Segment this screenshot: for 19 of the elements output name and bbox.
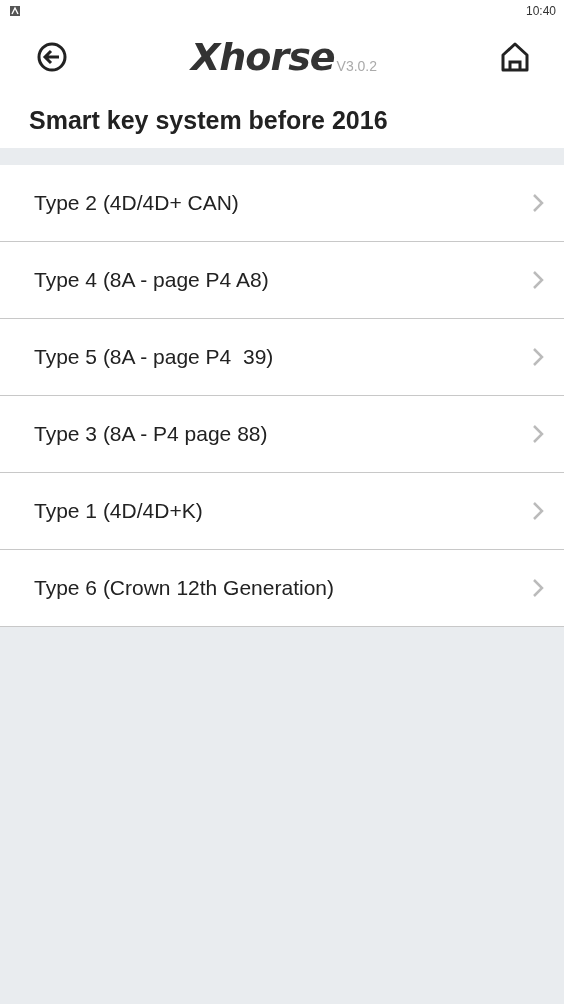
- chevron-icon: [532, 193, 544, 213]
- notification-icon: [10, 6, 20, 16]
- page-title: Smart key system before 2016: [28, 104, 389, 136]
- chevron-icon: [532, 501, 544, 521]
- chevron-icon: [532, 578, 544, 598]
- list-item[interactable]: Type 6 (Crown 12th Generation): [0, 550, 564, 627]
- logo: Xhorse: [190, 38, 335, 76]
- status-time: 10:40: [525, 4, 556, 18]
- back-icon[interactable]: [36, 41, 68, 73]
- list-item[interactable]: Type 2 (4D/4D+ CAN): [0, 165, 564, 242]
- list-item[interactable]: Type 1 (4D/4D+K): [0, 473, 564, 550]
- chevron-icon: [532, 347, 544, 367]
- home-icon[interactable]: [500, 41, 530, 73]
- list-item[interactable]: Type 5 (8A - page P4 39): [0, 319, 564, 396]
- chevron-icon: [532, 270, 544, 290]
- chevron-icon: [532, 424, 544, 444]
- list-item[interactable]: Type 3 (8A - P4 page 88): [0, 396, 564, 473]
- version-label: V3.0.2: [336, 58, 378, 76]
- list-item[interactable]: Type 4 (8A - page P4 A8): [0, 242, 564, 319]
